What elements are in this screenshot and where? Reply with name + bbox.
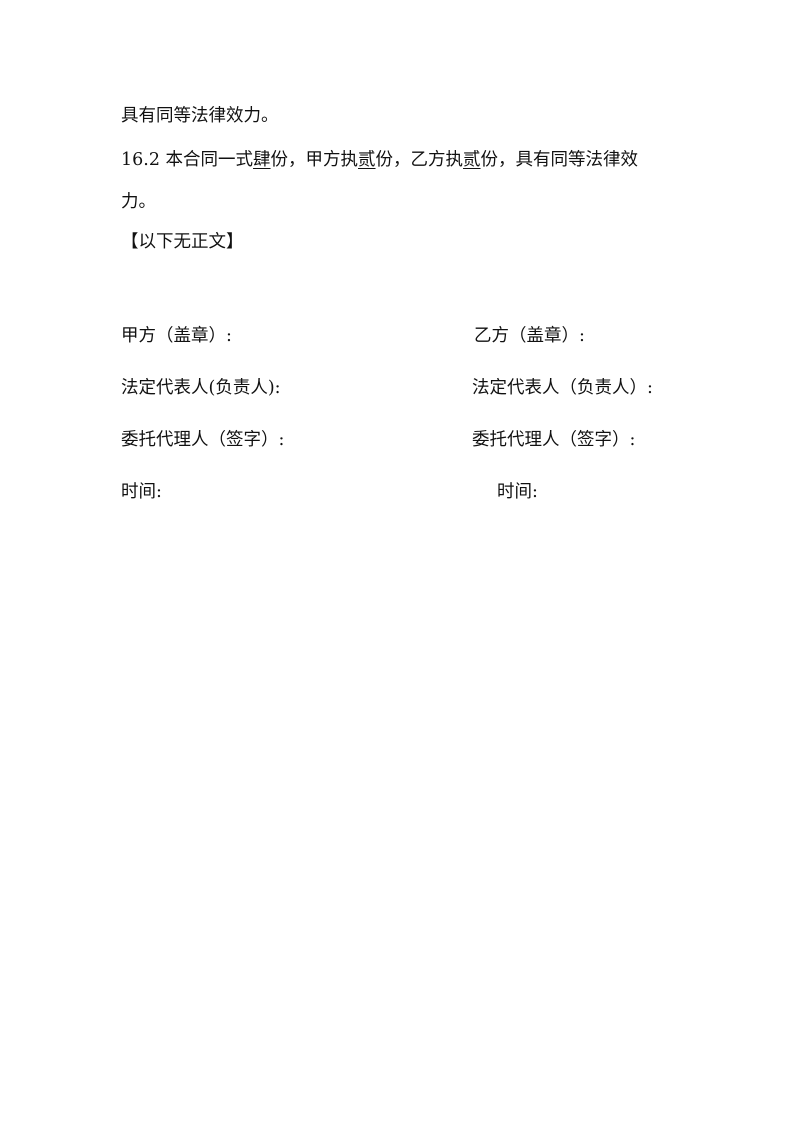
party-a-seal: 甲方（盖章）: (121, 326, 232, 346)
party-b-legal-rep: 法定代表人（负责人）: (472, 378, 653, 398)
copies-party-a: 贰 (358, 150, 376, 170)
party-b-date: 时间: (497, 482, 538, 502)
clause-16-2: 16.2 本合同一式肆份，甲方执贰份，乙方执贰份，具有同等法律效 (121, 148, 638, 172)
clause-text: 份，乙方执 (375, 150, 464, 170)
party-a-legal-rep: 法定代表人(负责人): (121, 378, 281, 398)
party-a-agent: 委托代理人（签字）: (121, 430, 285, 450)
party-b-seal: 乙方（盖章）: (474, 326, 585, 346)
copies-total: 肆 (253, 150, 271, 170)
paragraph-continuation: 具有同等法律效力。 (121, 106, 279, 126)
copies-party-b: 贰 (463, 150, 481, 170)
party-a-date: 时间: (121, 482, 162, 502)
end-note: 【以下无正文】 (121, 232, 244, 252)
clause-text: 本合同一式 (159, 150, 254, 170)
clause-text: 份，甲方执 (270, 150, 359, 170)
clause-16-2-continuation: 力。 (121, 192, 156, 212)
clause-text: 份，具有同等法律效 (480, 150, 639, 170)
clause-number: 16.2 (121, 150, 160, 170)
party-b-agent: 委托代理人（签字）: (472, 430, 636, 450)
